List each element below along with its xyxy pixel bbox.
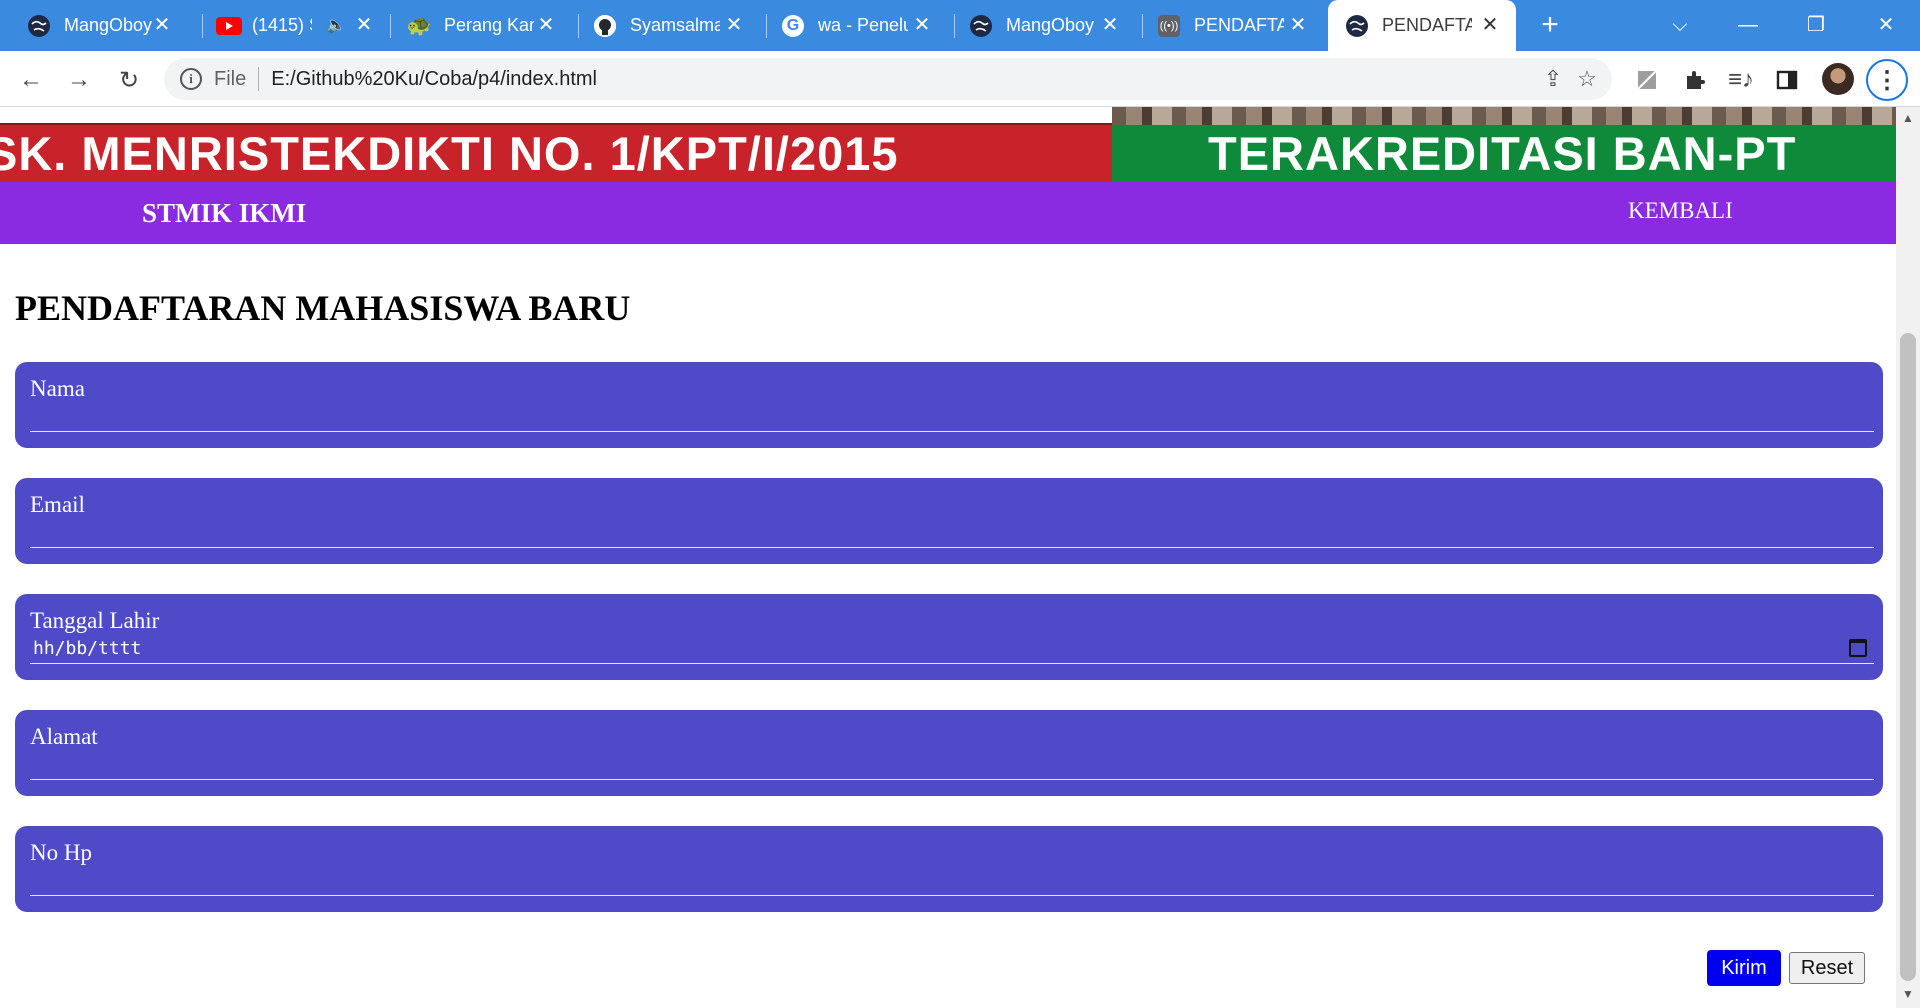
tab-separator [578,14,579,38]
browser-tab[interactable]: 🐢 Perang Kam ✕ [406,0,572,51]
extension-icon[interactable] [1630,63,1664,97]
github-icon [594,14,616,37]
minimize-icon[interactable]: — [1728,8,1768,42]
banner-accreditation-right: TERAKREDITASI BAN-PT [1112,125,1896,182]
tab-close-icon[interactable]: ✕ [722,13,746,37]
tab-separator [390,14,391,38]
new-tab-plus-icon[interactable]: + [1534,10,1566,42]
tab-separator [954,14,955,38]
tab-close-icon[interactable]: ✕ [910,13,934,37]
reset-button[interactable]: Reset [1789,952,1865,984]
scroll-thumb[interactable] [1900,333,1916,981]
address-separator [258,67,260,91]
field-label: Nama [30,376,85,401]
puzzle-extensions-icon[interactable] [1678,63,1712,97]
browser-tab[interactable]: (1415) S 🔈 ✕ [216,0,390,51]
no-hp-input[interactable] [30,866,1874,896]
calendar-icon[interactable] [1849,639,1867,657]
nama-input[interactable] [30,402,1874,432]
tab-title: PENDAFTAI [1382,15,1472,35]
field-label: Email [30,492,85,517]
side-panel-icon[interactable] [1770,63,1804,97]
field-label: Tanggal Lahir [30,608,160,633]
tab-close-icon[interactable]: ✕ [1098,13,1122,37]
tab-close-icon[interactable]: ✕ [534,13,558,37]
field-alamat: Alamat [15,710,1883,796]
alamat-input[interactable] [30,750,1874,780]
field-no-hp: No Hp [15,826,1883,912]
bookmark-star-icon[interactable]: ☆ [1574,66,1600,92]
site-brand[interactable]: STMIK IKMI [142,198,306,229]
date-input[interactable] [30,634,1874,664]
globe-icon [970,14,992,37]
speaker-icon[interactable]: 🔈 [326,15,346,35]
media-queue-icon[interactable]: ≡♪ [1724,63,1758,97]
address-scheme-label: File [214,67,247,90]
browser-tab[interactable]: G wa - Penelu ✕ [782,0,948,51]
browser-tab-active[interactable]: PENDAFTAI ✕ [1328,0,1516,51]
header-banner: SK. MENRISTEKDIKTI NO. 1/KPT/I/2015 TERA… [0,107,1896,182]
browser-tab[interactable]: ((•)) PENDAFTAI ✕ [1158,0,1324,51]
tab-separator [202,14,203,38]
kebab-menu-icon[interactable]: ⋮ [1866,59,1908,101]
tab-close-icon[interactable]: ✕ [1478,13,1502,37]
banner-accreditation-left: SK. MENRISTEKDIKTI NO. 1/KPT/I/2015 [0,125,1112,182]
banner-photo-strip [1112,107,1896,125]
page-title: PENDAFTARAN MAHASISWA BARU [15,288,631,328]
tab-close-icon[interactable]: ✕ [150,13,174,37]
field-email: Email [15,478,1883,564]
broadcast-icon: ((•)) [1158,14,1180,37]
game-icon: 🐢 [406,15,432,37]
back-link[interactable]: KEMBALI [1628,198,1733,224]
tab-title: Syamsalma [630,15,720,35]
tab-close-icon[interactable]: ✕ [352,13,376,37]
scroll-up-arrow-icon[interactable]: ▲ [1902,111,1914,125]
scroll-down-arrow-icon[interactable]: ▼ [1902,987,1914,1001]
tab-title: PENDAFTAI [1194,15,1284,35]
address-bar[interactable]: i File E:/Github%20Ku/Coba/p4/index.html… [164,58,1612,100]
tab-search-chevron-icon[interactable]: ⌵ [1660,8,1700,42]
globe-icon [1346,14,1368,37]
site-navbar: STMIK IKMI KEMBALI [0,182,1896,244]
page-viewport: SK. MENRISTEKDIKTI NO. 1/KPT/I/2015 TERA… [0,107,1896,1008]
browser-toolbar: ← → ↻ i File E:/Github%20Ku/Coba/p4/inde… [0,51,1920,107]
field-label: No Hp [30,840,92,865]
field-nama: Nama [15,362,1883,448]
email-input[interactable] [30,518,1874,548]
submit-button[interactable]: Kirim [1707,950,1781,986]
date-placeholder: hh/bb/tttt [33,638,142,659]
info-icon[interactable]: i [180,68,202,90]
tab-close-icon[interactable]: ✕ [1286,13,1310,37]
tab-title: MangOboy [1006,15,1095,35]
back-arrow-icon[interactable]: ← [14,63,48,97]
tab-title: Perang Kam [444,15,534,35]
field-tanggal-lahir: Tanggal Lahir hh/bb/tttt [15,594,1883,680]
window-close-icon[interactable]: ✕ [1866,8,1906,42]
tab-title: wa - Penelu [818,15,908,35]
forward-arrow-icon[interactable]: → [62,63,96,97]
field-label: Alamat [30,724,98,749]
address-url[interactable]: E:/Github%20Ku/Coba/p4/index.html [271,68,597,91]
banner-top-strip [0,107,1112,125]
browser-tab[interactable]: MangOboy ✕ [28,0,188,51]
tab-title: (1415) S [252,15,312,35]
tab-separator [766,14,767,38]
page-scrollbar[interactable]: ▲ ▼ [1896,107,1920,1008]
browser-tab[interactable]: MangOboy ✕ [970,0,1136,51]
tab-separator [1142,14,1143,38]
browser-tab[interactable]: Syamsalma ✕ [594,0,760,51]
youtube-icon [216,16,242,35]
browser-tab-strip: MangOboy ✕ (1415) S 🔈 ✕ 🐢 Perang Kam ✕ S… [0,0,1920,51]
profile-avatar[interactable] [1822,63,1854,95]
restore-icon[interactable]: ❐ [1796,8,1836,42]
reload-icon[interactable]: ↻ [112,63,146,97]
google-icon: G [782,14,804,37]
globe-icon [28,14,50,37]
share-icon[interactable]: ⇪ [1540,66,1566,92]
